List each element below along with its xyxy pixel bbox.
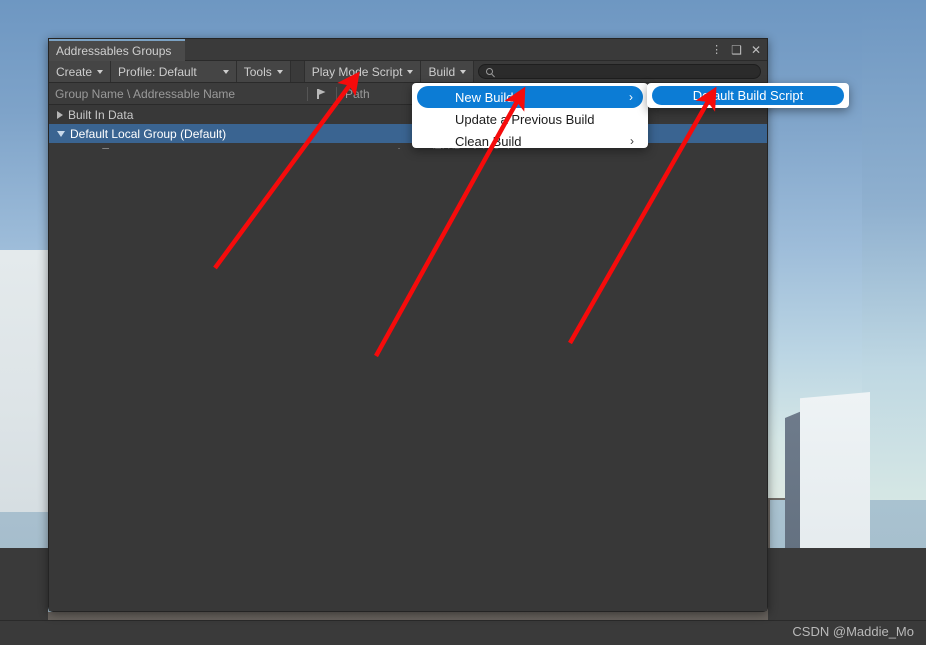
tree-empty-area	[49, 149, 767, 611]
column-header-name[interactable]: Group Name \ Addressable Name	[49, 83, 307, 104]
chevron-down-icon	[407, 69, 414, 74]
chevron-down-icon	[276, 69, 283, 74]
table-row[interactable]: Default Local Group (Default)	[49, 124, 767, 143]
chevron-right-icon: ›	[630, 134, 634, 148]
group-name-label: Default Local Group (Default)	[70, 126, 227, 141]
window-tab-addressables-groups[interactable]: Addressables Groups	[49, 39, 185, 61]
kebab-menu-icon[interactable]: ⋮	[711, 44, 722, 56]
build-dropdown-label: Build	[428, 64, 456, 79]
chevron-down-icon	[97, 69, 104, 74]
menu-item-update-previous-build-label: Update a Previous Build	[455, 111, 595, 127]
chevron-right-icon[interactable]	[57, 110, 63, 119]
addressables-toolbar: Create Profile: Default Tools Play Mode …	[49, 61, 767, 83]
create-button[interactable]: Create	[49, 61, 112, 82]
addressables-groups-window: Addressables Groups ⋮ ❑ ✕ Create Profile…	[48, 38, 768, 612]
play-mode-script-label: Play Mode Script	[311, 64, 403, 79]
build-dropdown-button[interactable]: Build	[421, 61, 475, 82]
profile-dropdown[interactable]: Profile: Default	[111, 61, 237, 82]
window-titlebar: Addressables Groups ⋮ ❑ ✕	[49, 39, 767, 61]
search-icon	[486, 68, 494, 75]
toolbar-spacer	[290, 61, 305, 82]
chevron-down-icon	[460, 69, 467, 74]
menu-item-default-build-script-label: Default Build Script	[692, 88, 804, 103]
menu-item-update-previous-build[interactable]: Update a Previous Build	[412, 108, 648, 130]
left-dock-strip	[0, 548, 48, 620]
chevron-down-icon[interactable]	[57, 130, 65, 137]
tools-button-label: Tools	[243, 64, 272, 79]
maximize-icon[interactable]: ❑	[731, 44, 742, 56]
search-area	[474, 61, 767, 82]
watermark-label: CSDN @Maddie_Mo	[792, 624, 914, 639]
build-dropdown-menu: New Build › Update a Previous Build Clea…	[412, 83, 648, 149]
play-mode-script-dropdown[interactable]: Play Mode Script	[304, 61, 422, 82]
build-submenu: Default Build Script	[647, 83, 849, 108]
chevron-down-icon	[222, 69, 229, 74]
chevron-right-icon: ›	[629, 90, 633, 104]
menu-item-default-build-script[interactable]: Default Build Script	[652, 86, 844, 105]
menu-item-new-build-label: New Build	[455, 89, 514, 105]
flag-icon	[316, 88, 328, 99]
window-controls: ⋮ ❑ ✕	[711, 39, 761, 61]
sky-right-segment	[862, 0, 926, 512]
tools-button[interactable]: Tools	[236, 61, 291, 82]
search-input[interactable]	[478, 64, 761, 79]
menu-item-new-build[interactable]: New Build ›	[417, 86, 643, 108]
group-name-label: Built In Data	[68, 107, 134, 122]
close-icon[interactable]: ✕	[751, 44, 761, 56]
profile-dropdown-label: Profile: Default	[118, 64, 197, 79]
create-button-label: Create	[56, 64, 93, 79]
menu-item-clean-build[interactable]: Clean Build ›	[412, 130, 648, 152]
bottom-dock-strip	[0, 620, 926, 645]
column-header-icon[interactable]	[308, 83, 336, 104]
window-tab-label: Addressables Groups	[56, 44, 172, 58]
right-dock-strip	[768, 548, 926, 620]
menu-item-clean-build-label: Clean Build	[455, 133, 522, 149]
